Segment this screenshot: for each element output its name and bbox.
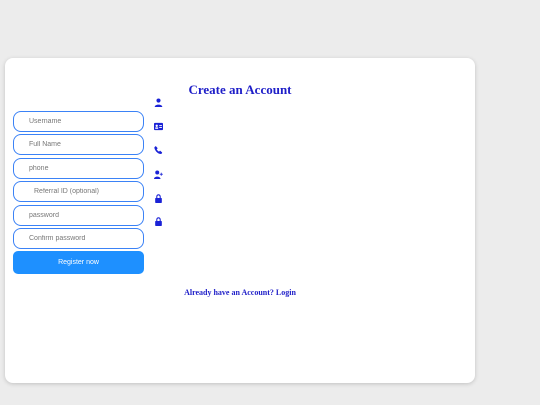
confirm-password-input[interactable] <box>13 228 144 249</box>
user-icon <box>154 98 163 107</box>
user-plus-icon <box>154 170 163 179</box>
phone-input[interactable] <box>13 158 144 179</box>
lock-icon <box>154 194 163 203</box>
register-button[interactable]: Register now <box>13 251 144 274</box>
page-title: Create an Account <box>188 82 292 97</box>
full-name-input[interactable] <box>13 134 144 155</box>
password-input[interactable] <box>13 205 144 226</box>
referral-id-input[interactable] <box>13 181 144 202</box>
login-link[interactable]: Already have an Account? Login <box>5 288 475 297</box>
username-input[interactable] <box>13 111 144 132</box>
id-card-icon <box>154 122 163 131</box>
phone-icon <box>154 146 163 155</box>
register-card: Create an Account Register now Already h… <box>5 58 475 383</box>
lock-icon <box>154 217 163 226</box>
